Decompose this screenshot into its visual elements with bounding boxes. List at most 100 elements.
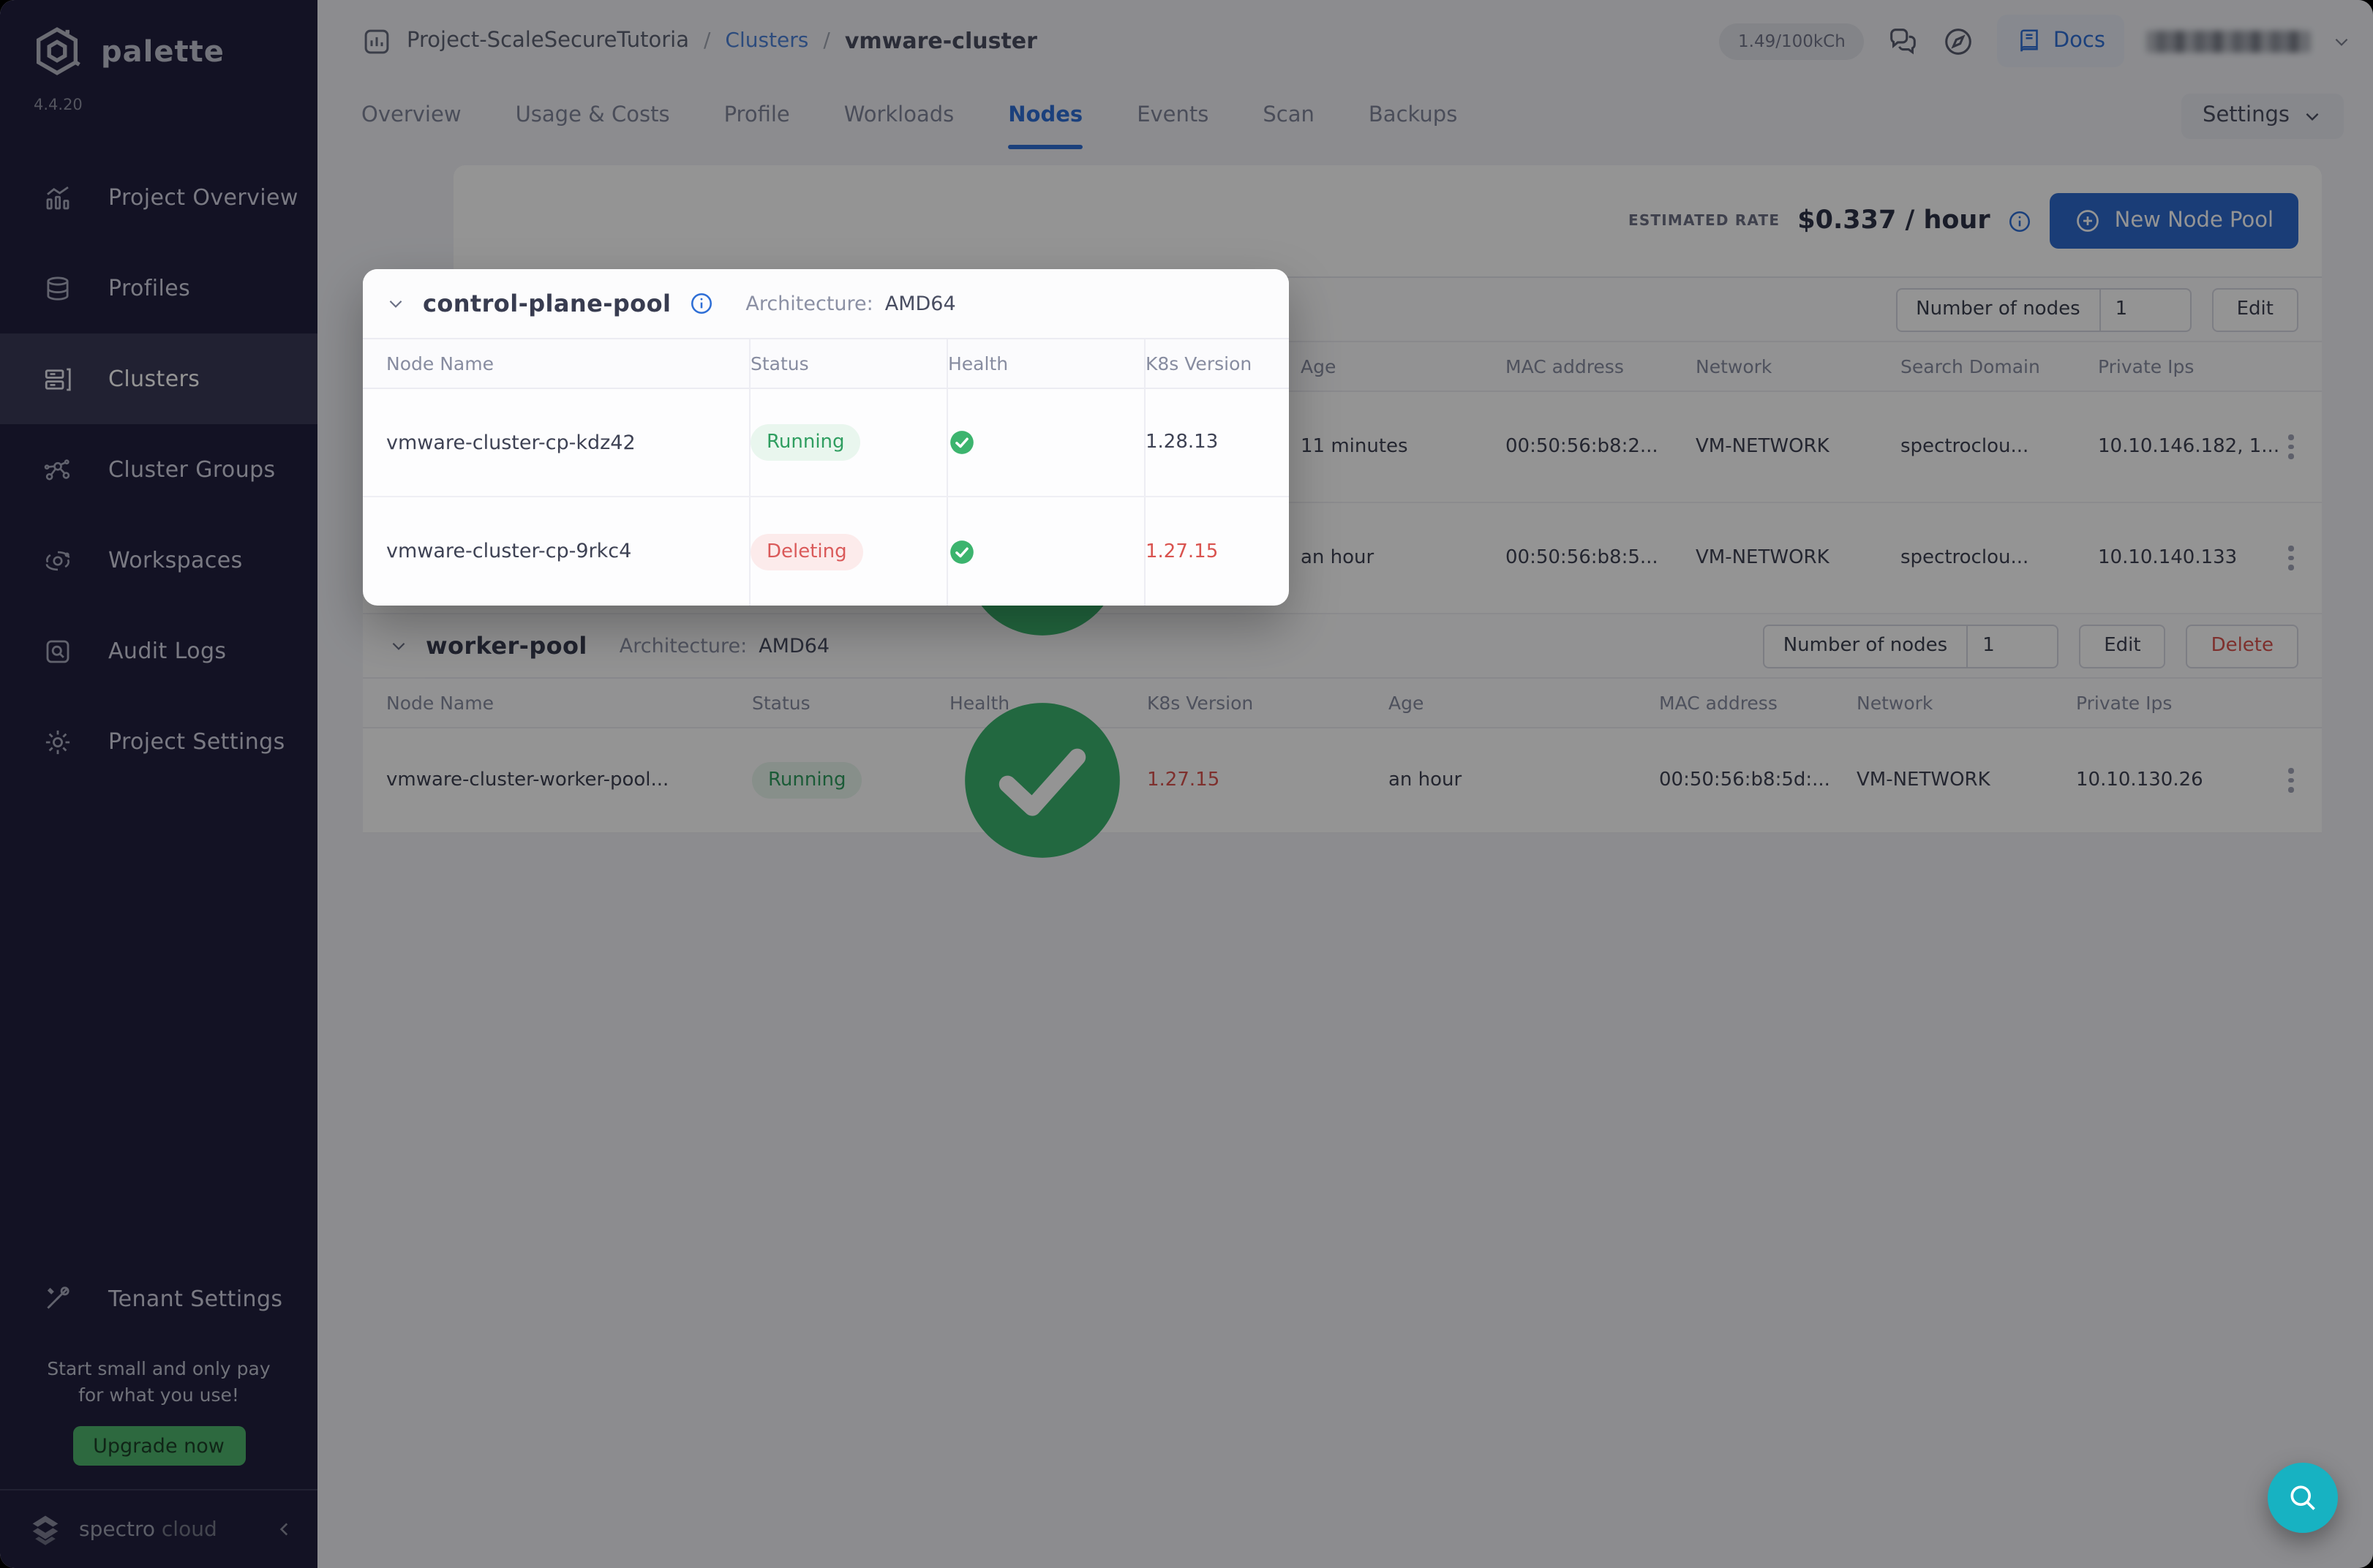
col-status: Status: [749, 339, 947, 388]
server-rack-icon: [42, 363, 73, 394]
tab-profile[interactable]: Profile: [724, 82, 790, 149]
table-row: vmware-cluster-cp-kdz42 Running 1.28.13: [363, 389, 1289, 497]
compass-icon[interactable]: [1942, 24, 1976, 58]
cluster-tabs: Overview Usage & Costs Profile Workloads…: [361, 82, 1457, 149]
col-k8s-version: K8s Version: [1147, 692, 1388, 714]
sidebar-item-label: Audit Logs: [108, 638, 226, 664]
health-ok-icon: [948, 538, 976, 565]
control-plane-pool-spotlight-card: control-plane-pool Architecture: AMD64 N…: [363, 269, 1289, 606]
pool-info-icon[interactable]: [688, 291, 713, 316]
sidebar-item-label: Cluster Groups: [108, 456, 276, 483]
doc-search-icon: [42, 636, 73, 666]
age: 11 minutes: [1301, 436, 1505, 458]
orbit-icon: [42, 545, 73, 576]
col-age: Age: [1301, 355, 1505, 377]
sidebar-item-tenant-settings[interactable]: Tenant Settings: [0, 1256, 317, 1341]
number-of-nodes-label: Number of nodes: [1897, 289, 2099, 330]
estimated-rate-value: $0.337 / hour: [1797, 206, 1990, 235]
user-menu-chevron-down-icon[interactable]: [2332, 31, 2351, 50]
number-of-nodes-label: Number of nodes: [1764, 625, 1966, 666]
col-network: Network: [1696, 355, 1900, 377]
k8s-version: 1.27.15: [1147, 769, 1388, 791]
tab-workloads[interactable]: Workloads: [844, 82, 955, 149]
tab-nodes[interactable]: Nodes: [1008, 82, 1083, 149]
breadcrumb-separator: /: [704, 29, 710, 53]
network: VM-NETWORK: [1696, 436, 1900, 458]
private-ips: 10.10.140.133: [2098, 547, 2281, 569]
tab-overview[interactable]: Overview: [361, 82, 462, 149]
col-private-ips: Private Ips: [2076, 692, 2266, 714]
sidebar: palette 4.4.20 Project Overview: [0, 0, 317, 1568]
user-name-redacted[interactable]: [2146, 30, 2310, 52]
chevron-down-icon[interactable]: [386, 294, 405, 313]
edit-pool-button[interactable]: Edit: [2212, 287, 2298, 331]
magnifier-icon: [2287, 1482, 2319, 1514]
number-of-nodes-input[interactable]: 1: [2099, 289, 2190, 330]
rate-info-icon[interactable]: [2008, 208, 2033, 233]
status-badge: Running: [752, 762, 862, 799]
sidebar-item-label: Workspaces: [108, 547, 243, 573]
edit-pool-button[interactable]: Edit: [2079, 624, 2165, 668]
project-chart-icon: [361, 26, 392, 56]
breadcrumb-clusters-link[interactable]: Clusters: [725, 29, 808, 53]
sidebar-item-label: Clusters: [108, 366, 200, 392]
brand-row: palette: [0, 0, 317, 79]
row-menu-icon[interactable]: [2281, 769, 2301, 793]
col-health: Health: [947, 339, 1144, 388]
palette-app: palette 4.4.20 Project Overview: [0, 0, 2373, 1568]
spectro-cloud-logo-icon: [26, 1510, 64, 1548]
number-of-nodes-control: Number of nodes 1: [1895, 287, 2191, 331]
spotlight-table-header: Node Name Status Health K8s Version: [363, 339, 1289, 389]
row-menu-icon[interactable]: [2281, 546, 2301, 570]
spectro-cloud-wordmark: spectro cloud: [79, 1518, 217, 1541]
network: VM-NETWORK: [1857, 769, 2076, 791]
status-badge: Deleting: [751, 533, 863, 570]
tab-usage-costs[interactable]: Usage & Costs: [516, 82, 670, 149]
settings-label: Settings: [2203, 104, 2290, 127]
table-row: vmware-cluster-worker-pool... Running 1.…: [363, 728, 2322, 834]
docs-button[interactable]: Docs: [1998, 15, 2124, 67]
row-menu-icon[interactable]: [2281, 435, 2301, 459]
tools-icon: [42, 1284, 73, 1314]
number-of-nodes-input[interactable]: 1: [1966, 625, 2057, 666]
main-area: Project-ScaleSecureTutoria / Clusters / …: [317, 0, 2373, 1568]
sidebar-spacer: [0, 787, 317, 1256]
sidebar-collapse-icon[interactable]: [275, 1520, 294, 1539]
sidebar-item-clusters[interactable]: Clusters: [0, 333, 317, 424]
sidebar-item-cluster-groups[interactable]: Cluster Groups: [0, 424, 317, 515]
table-row: vmware-cluster-cp-9rkc4 Deleting 1.27.15: [363, 497, 1289, 606]
new-node-pool-button[interactable]: New Node Pool: [2050, 193, 2298, 249]
number-of-nodes-control: Number of nodes 1: [1763, 624, 2058, 668]
molecule-icon: [42, 454, 73, 485]
chart-icon: [42, 182, 73, 213]
new-node-pool-label: New Node Pool: [2115, 209, 2274, 233]
col-age: Age: [1388, 692, 1659, 714]
tab-events[interactable]: Events: [1137, 82, 1208, 149]
k8s-version: 1.28.13: [1144, 389, 1289, 496]
pool-name: worker-pool: [426, 632, 587, 660]
topbar: Project-ScaleSecureTutoria / Clusters / …: [317, 0, 2373, 82]
breadcrumb-project[interactable]: Project-ScaleSecureTutoria: [407, 29, 689, 53]
sidebar-item-profiles[interactable]: Profiles: [0, 243, 317, 333]
sidebar-item-audit-logs[interactable]: Audit Logs: [0, 606, 317, 696]
chevron-down-icon[interactable]: [389, 636, 408, 655]
brand-name: palette: [101, 34, 225, 69]
gear-icon: [42, 726, 73, 757]
sidebar-item-project-overview[interactable]: Project Overview: [0, 152, 317, 243]
delete-pool-button[interactable]: Delete: [2186, 624, 2298, 668]
sidebar-footer: spectro cloud: [0, 1489, 317, 1568]
docs-label: Docs: [2053, 29, 2105, 53]
tab-scan[interactable]: Scan: [1263, 82, 1315, 149]
sidebar-item-workspaces[interactable]: Workspaces: [0, 515, 317, 606]
sidebar-item-label: Project Overview: [108, 184, 298, 211]
cluster-tabs-row: Overview Usage & Costs Profile Workloads…: [317, 82, 2373, 149]
search-fab-button[interactable]: [2268, 1463, 2338, 1533]
app-version: 4.4.20: [34, 97, 317, 114]
sidebar-item-project-settings[interactable]: Project Settings: [0, 696, 317, 787]
sidebar-item-label: Project Settings: [108, 728, 285, 755]
chat-icon[interactable]: [1887, 24, 1920, 58]
upgrade-now-button[interactable]: Upgrade now: [72, 1426, 245, 1466]
cluster-settings-button[interactable]: Settings: [2181, 93, 2344, 138]
col-private-ips: Private Ips: [2098, 355, 2281, 377]
tab-backups[interactable]: Backups: [1369, 82, 1457, 149]
